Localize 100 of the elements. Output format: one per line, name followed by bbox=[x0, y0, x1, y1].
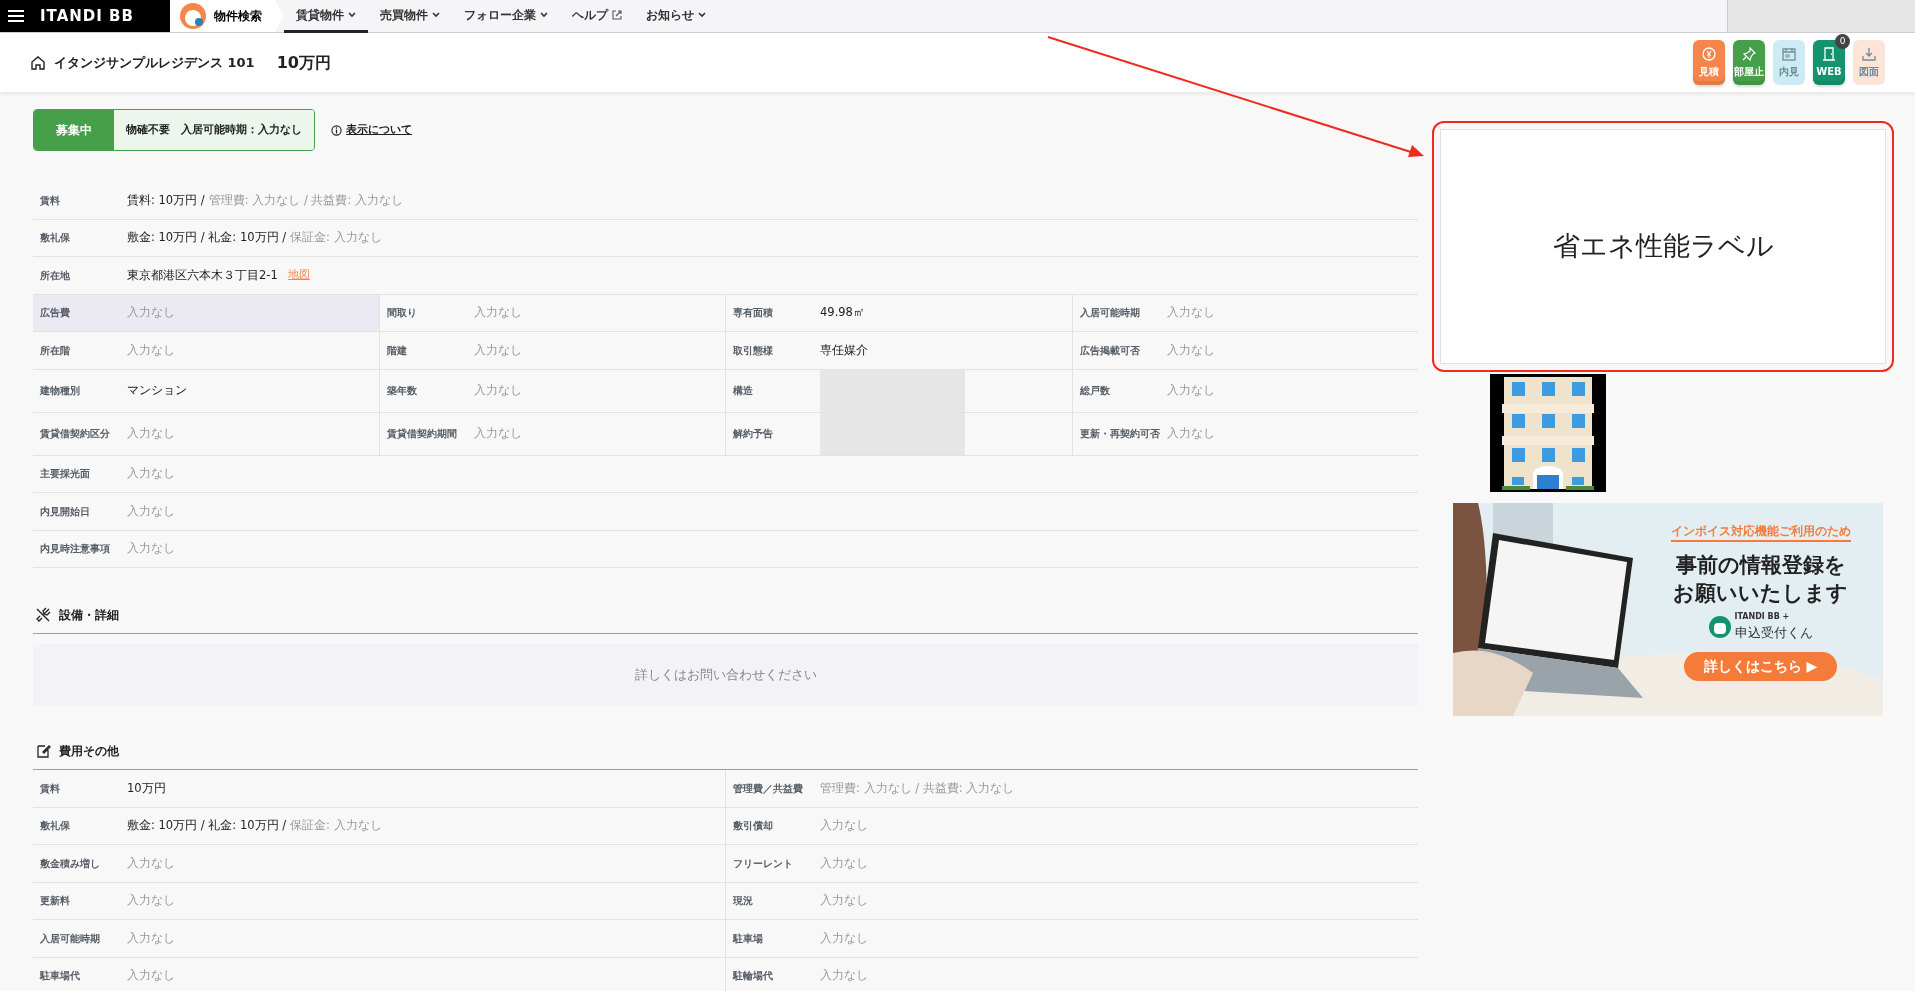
menu-icon[interactable] bbox=[8, 9, 24, 23]
note-icon bbox=[35, 743, 51, 759]
caret-icon bbox=[698, 12, 706, 18]
field-label: 築年数 bbox=[385, 384, 418, 398]
field-label: 入居可能時期 bbox=[39, 931, 101, 946]
field-value: 敷金: 10万円 / 礼金: 10万円 / bbox=[127, 229, 287, 247]
field-value: 賃料: 10万円 / bbox=[127, 191, 205, 209]
field-value: 入力なし bbox=[473, 341, 522, 359]
download-icon bbox=[1862, 46, 1876, 61]
field-label: 賃料 bbox=[39, 193, 61, 208]
field-label: 更新・再契約可否 bbox=[1078, 427, 1161, 441]
field-value: 入力なし bbox=[473, 424, 522, 442]
energy-label-title: 省エネ性能ラベル bbox=[1552, 229, 1774, 264]
external-link-icon bbox=[612, 10, 622, 20]
field-value: 入力なし bbox=[127, 465, 175, 483]
field-value: 入力なし bbox=[127, 502, 175, 520]
product-name: 申込受付くん bbox=[1734, 623, 1813, 642]
count-badge: 0 bbox=[1835, 34, 1850, 49]
field-label: 総戸数 bbox=[1078, 384, 1111, 398]
field-value: 入力なし bbox=[127, 424, 175, 442]
field-label: 所在地 bbox=[39, 268, 71, 283]
field-label: 駐輪場代 bbox=[731, 969, 774, 984]
property-name: イタンジサンプルレジデンス 101 bbox=[54, 53, 255, 72]
field-value: 入力なし bbox=[473, 381, 522, 399]
field-label: 専有面積 bbox=[732, 306, 774, 321]
section-heading: 費用その他 bbox=[59, 743, 119, 760]
field-value: 入力なし bbox=[820, 817, 868, 835]
status-note: 物確不要 入居可能時期：入力なし bbox=[114, 110, 314, 150]
field-value: マンション bbox=[127, 381, 187, 399]
nav-tab[interactable]: お知らせ bbox=[634, 0, 718, 33]
property-rent: 10万円 bbox=[276, 51, 331, 74]
caret-icon bbox=[432, 12, 440, 18]
field-label: 内見時注意事項 bbox=[39, 542, 111, 557]
field-label: 構造 bbox=[732, 384, 754, 398]
field-label: 入居可能時期 bbox=[1078, 306, 1141, 321]
field-label: 敷礼保 bbox=[39, 231, 71, 246]
search-link[interactable]: 物件検索 bbox=[170, 0, 284, 32]
field-value: 保証金: 入力なし bbox=[290, 817, 382, 835]
field-value: 入力なし bbox=[820, 854, 868, 872]
field-value: 10万円 bbox=[127, 779, 166, 797]
field-value: 入力なし bbox=[127, 854, 175, 872]
yen-icon bbox=[1702, 46, 1716, 61]
field-value: 入力なし bbox=[127, 540, 175, 558]
banner-headline: お願いいたします bbox=[1673, 579, 1848, 607]
field-value: 入力なし bbox=[1166, 424, 1215, 442]
field-label: 現況 bbox=[732, 894, 754, 909]
field-label: 管理費／共益費 bbox=[732, 781, 804, 796]
section-heading: 設備・詳細 bbox=[59, 607, 119, 624]
field-label: 更新料 bbox=[39, 894, 71, 909]
field-label: 駐車場 bbox=[731, 931, 764, 946]
product-brand: ITANDI BB + bbox=[1734, 610, 1791, 623]
caret-icon bbox=[540, 12, 548, 18]
banner-kicker: インボイス対応機能ご利用のため bbox=[1670, 523, 1851, 543]
field-label: 賃貸借契約区分 bbox=[39, 427, 111, 441]
nav-tab[interactable]: フォロー企業 bbox=[452, 0, 560, 33]
field-label: 建物種別 bbox=[38, 384, 81, 398]
caret-icon bbox=[348, 12, 356, 18]
field-label: 駐車場代 bbox=[38, 969, 81, 984]
field-label: 階建 bbox=[385, 343, 408, 358]
tools-icon bbox=[35, 607, 51, 623]
help-link[interactable]: 表示について bbox=[346, 121, 412, 139]
field-value: 入力なし bbox=[127, 341, 175, 359]
door-icon bbox=[1822, 46, 1836, 61]
field-value: 入力なし bbox=[127, 892, 175, 910]
field-label: 賃料 bbox=[39, 781, 61, 796]
field-label: 敷礼保 bbox=[39, 819, 71, 834]
field-label: 内見開始日 bbox=[39, 504, 91, 519]
field-value: 保証金: 入力なし bbox=[290, 229, 382, 247]
field-value: 入力なし bbox=[820, 892, 868, 910]
field-value: 東京都港区六本木３丁目2-1 bbox=[127, 266, 278, 284]
field-value: 49.98㎡ bbox=[820, 304, 865, 322]
field-value: 入力なし bbox=[473, 304, 522, 322]
field-label: 間取り bbox=[385, 306, 418, 321]
contact-note: 詳しくはお問い合わせください bbox=[634, 666, 817, 685]
info-icon bbox=[331, 124, 342, 136]
field-value: 入力なし bbox=[127, 967, 175, 985]
field-label: 敷金積み増し bbox=[39, 856, 101, 871]
field-label: 解約予告 bbox=[732, 427, 774, 441]
field-value: 入力なし bbox=[820, 967, 868, 985]
pin-icon bbox=[1742, 46, 1756, 61]
field-value: 入力なし bbox=[820, 929, 868, 947]
banner-headline: 事前の情報登録を bbox=[1675, 552, 1846, 580]
field-value: 入力なし bbox=[1166, 341, 1215, 359]
field-label: 敷引償却 bbox=[732, 819, 774, 834]
status-badge: 募集中 bbox=[34, 110, 114, 150]
field-label: フリーレント bbox=[732, 856, 794, 871]
field-value: 管理費: 入力なし / 共益費: 入力なし bbox=[820, 779, 1015, 797]
field-label: 賃貸借契約期間 bbox=[385, 427, 458, 441]
field-value: 専任媒介 bbox=[820, 341, 868, 359]
calendar-icon bbox=[1782, 46, 1796, 61]
field-label: 広告掲載可否 bbox=[1078, 343, 1141, 358]
field-label: 広告費 bbox=[39, 306, 71, 321]
field-label: 所在階 bbox=[39, 343, 71, 358]
nav-tab[interactable]: ヘルプ bbox=[560, 0, 634, 33]
nav-tab[interactable]: 売買物件 bbox=[368, 0, 452, 33]
home-icon bbox=[30, 54, 46, 71]
field-value: 入力なし bbox=[127, 929, 175, 947]
field-label: 取引態様 bbox=[732, 343, 774, 358]
field-value: 入力なし bbox=[1166, 304, 1215, 322]
field-value: 管理費: 入力なし / 共益費: 入力なし bbox=[208, 191, 403, 209]
